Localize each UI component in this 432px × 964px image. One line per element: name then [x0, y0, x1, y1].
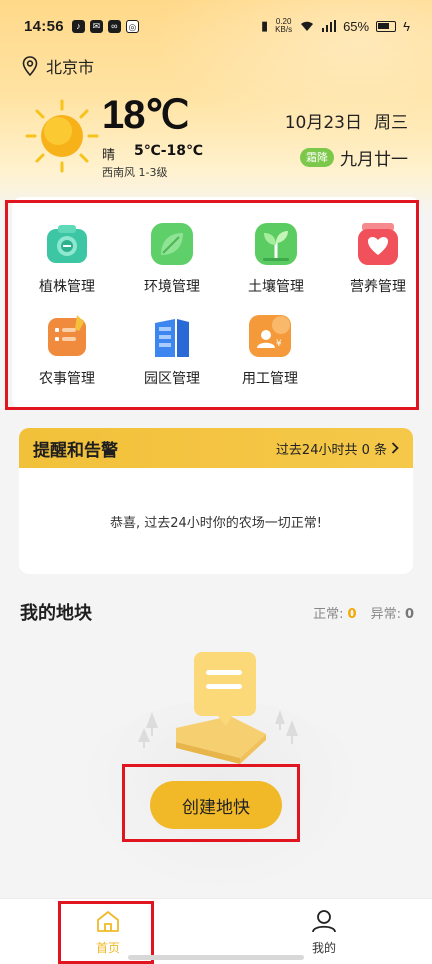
lunar-day: 九月廿一 — [340, 150, 408, 170]
heart-jar-icon — [355, 221, 401, 267]
nav-home[interactable]: 首页 — [68, 909, 148, 956]
grid-item-farmwork[interactable]: 农事管理 — [17, 313, 117, 388]
grid-item-park[interactable]: 园区管理 — [122, 313, 222, 388]
grid-item-label: 土壤管理 — [248, 279, 304, 295]
date-day: 10月23日 — [284, 113, 362, 133]
grid-item-labor[interactable]: ¥ 用工管理 — [220, 313, 320, 388]
signal-icon — [322, 20, 337, 32]
function-grid: 植株管理 环境管理 土壤管理 营养管理 农事管理 园区管理 ¥ 用工管理 — [12, 197, 420, 409]
nav-home-label: 首页 — [95, 941, 120, 955]
temperature: 18℃ — [102, 93, 189, 137]
grid-item-label: 用工管理 — [242, 371, 298, 387]
normal-count: 0 — [347, 607, 357, 622]
sun-icon — [25, 99, 99, 173]
grid-item-label: 环境管理 — [144, 279, 200, 295]
notification-icons: ♪ ✉ ∞ ◎ — [71, 19, 139, 33]
plots-title: 我的地块 — [20, 603, 92, 624]
alert-summary-text: 过去24小时共 0 条 — [275, 442, 387, 458]
normal-stat: 正常: 0 — [313, 603, 356, 622]
building-icon — [149, 313, 195, 359]
home-icon — [97, 911, 119, 932]
gesture-bar — [128, 955, 304, 960]
weather-condition: 晴 — [102, 148, 116, 163]
leaf-icon — [149, 221, 195, 267]
net-speed-unit: KB/s — [275, 25, 293, 34]
alert-title: 提醒和告警 — [33, 440, 118, 461]
abnormal-count: 0 — [404, 607, 414, 622]
tiktok-icon: ♪ — [71, 19, 85, 33]
wind-info: 西南风 1-3级 — [102, 166, 168, 179]
grid-item-label: 植株管理 — [39, 279, 95, 295]
app-icon: ∞ — [107, 19, 121, 33]
browser-icon: ◎ — [125, 19, 139, 33]
vibrate-icon: ▮ — [261, 18, 269, 33]
temperature-range: 5℃-18℃ — [134, 143, 203, 159]
notebook-icon — [44, 313, 90, 359]
battery-percent: 65% — [343, 18, 370, 34]
svg-text:¥: ¥ — [276, 339, 282, 349]
user-icon — [312, 910, 336, 933]
location-selector[interactable]: 北京市 — [22, 54, 94, 78]
grid-item-label: 园区管理 — [144, 371, 200, 387]
date-display: 10月23日 周三 — [285, 108, 408, 133]
mail-icon: ✉ — [89, 19, 103, 33]
nav-mine[interactable]: 我的 — [284, 909, 364, 956]
grid-item-plant[interactable]: 植株管理 — [17, 221, 117, 296]
empty-plot-illustration — [138, 652, 298, 764]
wifi-icon — [301, 21, 314, 31]
plant-camera-icon — [44, 221, 90, 267]
location-pin-icon — [22, 56, 38, 76]
status-time: 14:56 — [24, 17, 64, 35]
status-right: ▮ 0.20 KB/s 65% ϟ — [261, 18, 410, 34]
status-bar: 14:56 ♪ ✉ ∞ ◎ ▮ 0.20 KB/s 65% ϟ — [0, 0, 432, 52]
grid-item-label: 农事管理 — [39, 371, 95, 387]
grid-item-soil[interactable]: 土壤管理 — [226, 221, 326, 296]
alert-header[interactable]: 提醒和告警 过去24小时共 0 条 — [19, 428, 413, 468]
solar-term-badge: 霜降 — [300, 148, 334, 167]
lunar-date: 霜降 九月廿一 — [300, 145, 408, 170]
battery-icon — [376, 20, 397, 32]
alert-message: 恭喜, 过去24小时你的农场一切正常! — [109, 515, 323, 531]
create-plot-button[interactable]: 创建地快 — [150, 781, 282, 829]
nav-mine-label: 我的 — [311, 941, 336, 955]
net-speed: 0.20 KB/s — [275, 18, 292, 34]
date-weekday: 周三 — [374, 113, 408, 133]
abnormal-label: 异常: — [370, 607, 401, 622]
chevron-right-icon — [391, 442, 399, 454]
normal-label: 正常: — [313, 607, 344, 622]
charging-icon: ϟ — [403, 18, 410, 34]
grid-item-environment[interactable]: 环境管理 — [122, 221, 222, 296]
alert-summary[interactable]: 过去24小时共 0 条 — [276, 439, 399, 458]
city-name: 北京市 — [46, 58, 95, 77]
sprout-icon — [253, 221, 299, 267]
grid-item-nutrition[interactable]: 营养管理 — [328, 221, 428, 296]
grid-item-label: 营养管理 — [350, 279, 406, 295]
abnormal-stat: 异常: 0 — [371, 603, 414, 622]
worker-pay-icon: ¥ — [247, 313, 293, 359]
plots-stats: 正常: 0 异常: 0 — [313, 603, 414, 622]
alert-card[interactable]: 提醒和告警 过去24小时共 0 条 恭喜, 过去24小时你的农场一切正常! — [19, 428, 413, 574]
